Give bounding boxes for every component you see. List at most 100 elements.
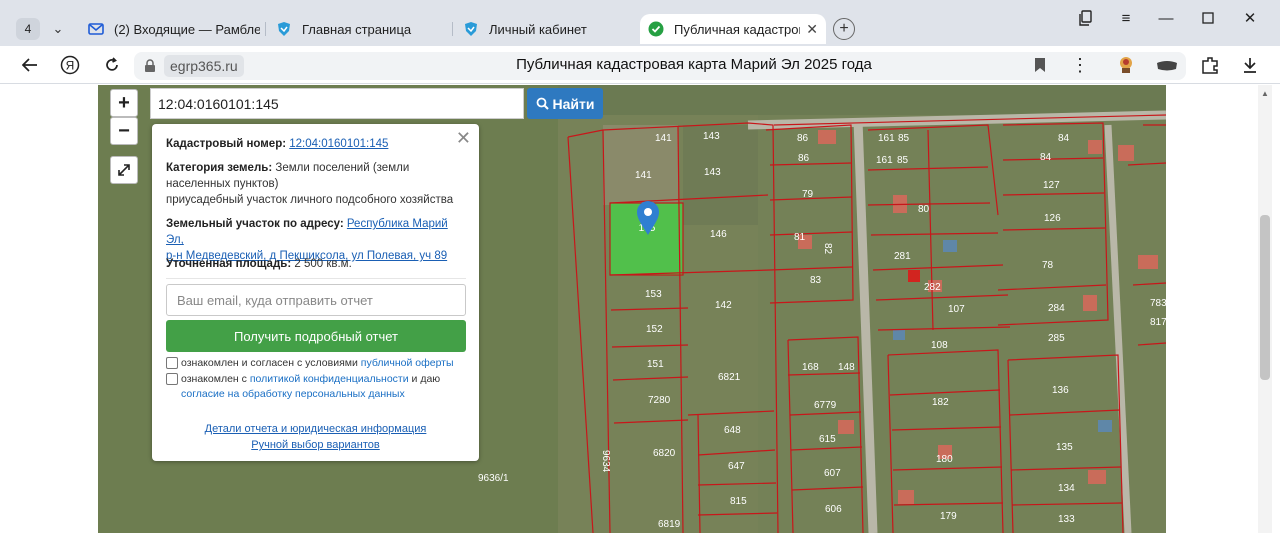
site-shield-icon <box>463 21 479 37</box>
privacy-policy-link[interactable]: политикой конфиденциальности <box>250 373 409 385</box>
tab-rambler-mail[interactable]: (2) Входящие — Рамблер <box>88 14 260 44</box>
extensions-icon[interactable] <box>1198 54 1222 76</box>
parcel-label: 815 <box>730 496 747 507</box>
popup-divider <box>166 278 466 279</box>
parcel-label: 126 <box>1044 213 1061 224</box>
collections-icon[interactable] <box>1072 8 1100 28</box>
parcel-label: 281 <box>894 251 911 262</box>
parcel-label: 606 <box>825 504 842 515</box>
parcel-label: 817 <box>1150 317 1166 328</box>
parcel-label: 151 <box>647 359 664 370</box>
parcel-label: 84 <box>1040 152 1052 163</box>
parcel-label: 127 <box>1043 180 1060 191</box>
personal-data-consent-link[interactable]: согласие на обработку персональных данны… <box>181 388 405 400</box>
consent-offer-text: ознакомлен и согласен с условиями <box>181 357 358 369</box>
parcel-label: 83 <box>810 275 822 286</box>
address-bar[interactable]: egrp365.ru Публичная кадастровая карта М… <box>134 52 1186 80</box>
site-shield-icon <box>276 21 292 37</box>
parcel-label: 161 <box>878 133 895 144</box>
page-scrollbar[interactable]: ▲ <box>1258 85 1272 533</box>
fullscreen-icon[interactable] <box>110 156 138 184</box>
address-label: Земельный участок по адресу: <box>166 218 344 230</box>
zoom-out-button[interactable]: − <box>110 117 138 145</box>
parcel-label: 161 <box>876 155 893 166</box>
land-category-row: Категория земель: Земли поселений (земли… <box>166 160 466 208</box>
tab-label: Публичная кадастрова <box>674 21 801 37</box>
parcel-label: 143 <box>703 131 720 142</box>
area-label: Уточненная площадь: <box>166 258 292 270</box>
tab-count-button[interactable]: 4 <box>16 18 40 40</box>
parcel-label: 284 <box>1048 303 1065 314</box>
parcel-label: 182 <box>932 397 949 408</box>
parcel-label: 78 <box>1042 260 1054 271</box>
parcel-label: 148 <box>838 362 855 373</box>
scroll-thumb[interactable] <box>1260 215 1270 380</box>
search-button[interactable]: Найти <box>527 88 603 119</box>
parcel-label: 82 <box>822 243 833 255</box>
parcel-label: 84 <box>1058 133 1070 144</box>
parcel-label: 85 <box>897 155 909 166</box>
close-tab-icon[interactable]: ✕ <box>806 21 818 38</box>
parcel-label: 141 <box>655 133 672 144</box>
lock-icon[interactable] <box>144 59 156 73</box>
tab-home-page[interactable]: Главная страница <box>276 14 446 44</box>
manual-selection-link[interactable]: Ручной выбор вариантов <box>152 439 479 451</box>
land-category-value: Земли поселений (земли <box>275 162 410 174</box>
parcel-label: 607 <box>824 468 841 479</box>
back-arrow-icon[interactable] <box>18 54 42 76</box>
bookmark-icon[interactable] <box>1034 57 1048 75</box>
tab-list-chevron-icon[interactable]: ⌄ <box>46 18 70 40</box>
download-icon[interactable] <box>1238 54 1262 76</box>
parcel-label: 615 <box>819 434 836 445</box>
domain-chip[interactable]: egrp365.ru <box>164 55 244 77</box>
parcel-label: 6820 <box>653 448 676 459</box>
consent-privacy-checkbox[interactable] <box>166 373 178 385</box>
tab-label: (2) Входящие — Рамблер <box>114 21 260 37</box>
cadastral-number-link[interactable]: 12:04:0160101:145 <box>289 138 388 150</box>
parcel-label: 108 <box>931 340 948 351</box>
cadastral-search-input[interactable] <box>150 88 524 119</box>
close-window-icon[interactable]: ✕ <box>1236 8 1264 28</box>
parcel-label: 85 <box>898 133 910 144</box>
minimize-icon[interactable]: — <box>1152 8 1180 28</box>
more-options-icon[interactable]: ⋮ <box>1068 54 1092 76</box>
parcel-label: 134 <box>1058 483 1075 494</box>
consent-privacy-row: ознакомлен с политикой конфиденциальност… <box>166 372 471 402</box>
parcel-label: 285 <box>1048 333 1065 344</box>
zoom-in-button[interactable]: + <box>110 89 138 117</box>
cadastral-number-row: Кадастровый номер: 12:04:0160101:145 <box>166 136 466 152</box>
consent-offer-checkbox[interactable] <box>166 357 178 369</box>
svg-text:Я: Я <box>66 59 75 73</box>
parcel-label: 80 <box>918 204 930 215</box>
parcel-label: 9634 <box>600 450 611 473</box>
consent-offer-row: ознакомлен и согласен с условиями публич… <box>166 356 471 371</box>
mail-icon <box>88 21 104 37</box>
yandex-logo-icon[interactable]: Я <box>58 54 82 76</box>
parcel-label: 143 <box>704 167 721 178</box>
parcel-label: 81 <box>794 232 806 243</box>
land-category-value: приусадебный участок личного подсобного … <box>166 194 454 206</box>
parcel-label: 133 <box>1058 514 1075 525</box>
public-offer-link[interactable]: публичной оферты <box>361 357 454 369</box>
parcel-label: 153 <box>645 289 662 300</box>
menu-icon[interactable]: ≡ <box>1112 8 1140 28</box>
report-details-link[interactable]: Детали отчета и юридическая информация <box>152 423 479 435</box>
new-tab-button[interactable]: + <box>833 18 855 40</box>
maximize-icon[interactable] <box>1194 8 1222 28</box>
parcel-info-popup: ✕ Кадастровый номер: 12:04:0160101:145 К… <box>152 124 479 461</box>
scroll-up-icon[interactable]: ▲ <box>1258 87 1272 99</box>
parcel-label: 282 <box>924 282 941 293</box>
consent-privacy-text: ознакомлен с <box>181 373 247 385</box>
reload-icon[interactable] <box>100 54 124 76</box>
parcel-label: 783 <box>1150 298 1166 309</box>
reader-hat-icon[interactable] <box>1155 54 1179 76</box>
extension-avatar-icon[interactable] <box>1114 54 1138 76</box>
parcel-label: 142 <box>715 300 732 311</box>
tab-personal-account[interactable]: Личный кабинет <box>463 14 633 44</box>
parcel-label: 152 <box>646 324 663 335</box>
get-report-button[interactable]: Получить подробный отчет <box>166 320 466 352</box>
parcel-label: 180 <box>936 454 953 465</box>
search-icon <box>536 97 549 110</box>
tab-cadastral-map[interactable]: Публичная кадастрова ✕ <box>640 14 826 44</box>
email-field[interactable]: Ваш email, куда отправить отчет <box>166 284 466 316</box>
